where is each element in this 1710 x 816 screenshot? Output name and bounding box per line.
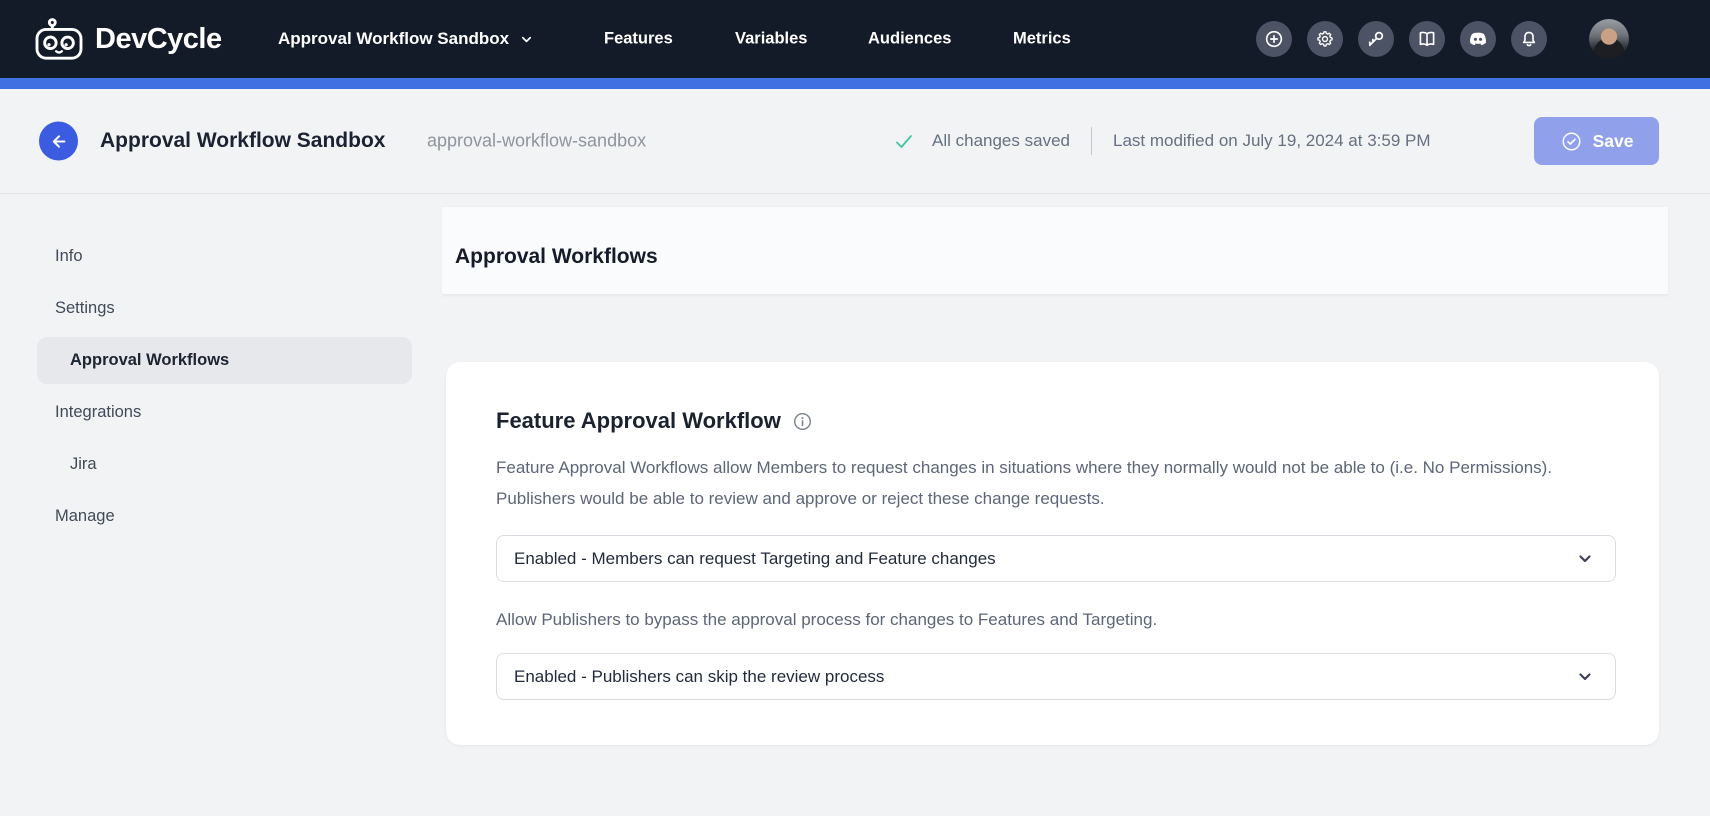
settings-gear-icon bbox=[1314, 28, 1336, 50]
project-selector-dropdown[interactable]: Approval Workflow Sandbox bbox=[278, 29, 534, 49]
nav-link-audiences[interactable]: Audiences bbox=[868, 30, 951, 49]
navbar-icon-group bbox=[1256, 19, 1629, 59]
saved-check-icon bbox=[894, 132, 914, 150]
section-heading: Approval Workflows bbox=[455, 245, 658, 269]
feature-approval-workflow-card: Feature Approval Workflow Feature Approv… bbox=[446, 362, 1659, 745]
nav-link-variables[interactable]: Variables bbox=[735, 30, 807, 49]
sidebar-item-manage[interactable]: Manage bbox=[37, 493, 412, 540]
api-keys-button[interactable] bbox=[1358, 21, 1394, 57]
info-icon[interactable] bbox=[793, 412, 812, 431]
back-button[interactable] bbox=[39, 122, 78, 161]
api-key-icon bbox=[1365, 28, 1387, 50]
chevron-down-icon bbox=[519, 32, 534, 47]
user-avatar[interactable] bbox=[1589, 19, 1629, 59]
workflow-select[interactable]: Enabled - Members can request Targeting … bbox=[496, 535, 1616, 582]
add-button[interactable] bbox=[1256, 21, 1292, 57]
workflow-select-value: Enabled - Members can request Targeting … bbox=[514, 549, 1575, 569]
card-title: Feature Approval Workflow bbox=[496, 408, 781, 434]
sidebar-item-integrations[interactable]: Integrations bbox=[37, 389, 412, 436]
bypass-select[interactable]: Enabled - Publishers can skip the review… bbox=[496, 653, 1616, 700]
bypass-select-value: Enabled - Publishers can skip the review… bbox=[514, 667, 1575, 687]
save-button[interactable]: Save bbox=[1534, 117, 1659, 165]
settings-sidebar: Info Settings Approval Workflows Integra… bbox=[37, 233, 412, 545]
discord-button[interactable] bbox=[1460, 21, 1496, 57]
nav-link-features[interactable]: Features bbox=[604, 30, 673, 49]
status-divider bbox=[1091, 127, 1092, 155]
chevron-down-icon bbox=[1575, 549, 1595, 569]
brand-logo[interactable]: DevCycle bbox=[34, 17, 222, 61]
chevron-down-icon bbox=[1575, 667, 1595, 687]
page-slug: approval-workflow-sandbox bbox=[427, 131, 646, 152]
save-status-text: All changes saved bbox=[932, 131, 1070, 151]
accent-bar bbox=[0, 78, 1710, 89]
sidebar-item-settings[interactable]: Settings bbox=[37, 285, 412, 332]
notifications-bell-icon bbox=[1518, 28, 1540, 50]
discord-icon bbox=[1467, 28, 1489, 50]
settings-button[interactable] bbox=[1307, 21, 1343, 57]
save-status-row: All changes saved Last modified on July … bbox=[894, 127, 1431, 155]
notifications-button[interactable] bbox=[1511, 21, 1547, 57]
save-check-icon bbox=[1560, 130, 1583, 153]
devcycle-robot-icon bbox=[34, 17, 84, 61]
top-navbar: DevCycle Approval Workflow Sandbox Featu… bbox=[0, 0, 1710, 78]
add-icon bbox=[1263, 28, 1285, 50]
docs-book-icon bbox=[1416, 28, 1438, 50]
card-description: Feature Approval Workflows allow Members… bbox=[496, 452, 1558, 514]
brand-name: DevCycle bbox=[95, 23, 222, 56]
save-button-label: Save bbox=[1593, 131, 1634, 152]
sidebar-item-jira[interactable]: Jira bbox=[37, 441, 412, 488]
docs-button[interactable] bbox=[1409, 21, 1445, 57]
sidebar-item-info[interactable]: Info bbox=[37, 233, 412, 280]
page-header: Approval Workflow Sandbox approval-workf… bbox=[0, 89, 1710, 193]
header-divider bbox=[0, 193, 1710, 194]
project-selector-label: Approval Workflow Sandbox bbox=[278, 29, 509, 49]
last-modified-text: Last modified on July 19, 2024 at 3:59 P… bbox=[1113, 131, 1431, 151]
back-arrow-icon bbox=[49, 131, 69, 151]
sidebar-item-approval-workflows[interactable]: Approval Workflows bbox=[37, 337, 412, 384]
bypass-description: Allow Publishers to bypass the approval … bbox=[496, 610, 1558, 630]
section-heading-panel: Approval Workflows bbox=[442, 207, 1668, 295]
page-title: Approval Workflow Sandbox bbox=[100, 129, 385, 153]
nav-link-metrics[interactable]: Metrics bbox=[1013, 30, 1071, 49]
